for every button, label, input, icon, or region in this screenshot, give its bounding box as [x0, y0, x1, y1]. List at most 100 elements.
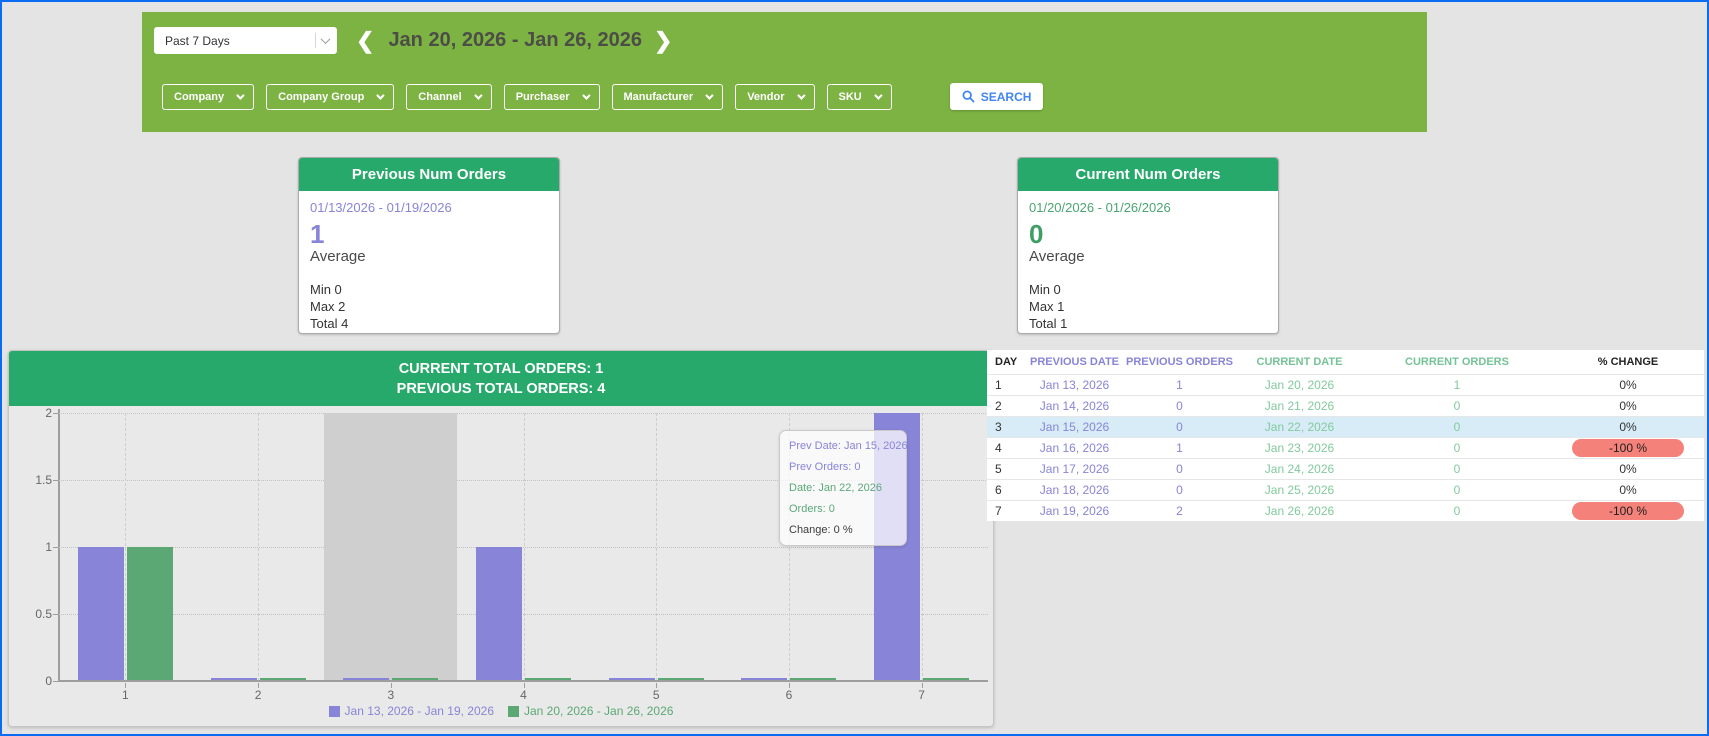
- cell-current-date: Jan 21, 2026: [1237, 395, 1362, 416]
- filter-company-group[interactable]: Company Group: [266, 84, 394, 110]
- x-axis-line: [58, 680, 988, 682]
- previous-orders-bar[interactable]: [476, 547, 522, 681]
- cell-day: 5: [987, 458, 1027, 479]
- previous-card-max: Max 2: [310, 298, 548, 315]
- cell-current-date: Jan 25, 2026: [1237, 479, 1362, 500]
- filter-channel-label: Channel: [418, 91, 461, 103]
- cell-percent-change: -100 %: [1552, 500, 1704, 521]
- dashboard-page: Past 7 Days ❮ Jan 20, 2026 - Jan 26, 202…: [0, 0, 1709, 736]
- col-header-change: % CHANGE: [1552, 350, 1704, 374]
- col-header-previous-date: PREVIOUS DATE: [1027, 350, 1122, 374]
- chart-header-previous-total: PREVIOUS TOTAL ORDERS: 4: [9, 381, 993, 397]
- chart-tooltip: Prev Date: Jan 15, 2026 Prev Orders: 0 Dat…: [779, 430, 907, 546]
- table-row[interactable]: 4Jan 16, 20261Jan 23, 20260-100 %: [987, 437, 1704, 458]
- date-range-select[interactable]: Past 7 Days: [154, 27, 337, 54]
- tooltip-line: Prev Orders: 0: [789, 461, 897, 473]
- cell-previous-date: Jan 16, 2026: [1027, 437, 1122, 458]
- col-header-current-date: CURRENT DATE: [1237, 350, 1362, 374]
- x-tick-label: 5: [636, 688, 676, 702]
- col-header-current-orders: CURRENT ORDERS: [1362, 350, 1552, 374]
- previous-card-average-value: 1: [310, 220, 548, 248]
- previous-period-button[interactable]: ❮: [356, 27, 374, 54]
- col-header-day: DAY: [987, 350, 1027, 374]
- x-tick-label: 2: [238, 688, 278, 702]
- chart-header: CURRENT TOTAL ORDERS: 1 PREVIOUS TOTAL O…: [9, 351, 993, 406]
- col-header-previous-orders: PREVIOUS ORDERS: [1122, 350, 1237, 374]
- tooltip-line: Orders: 0: [789, 503, 897, 515]
- current-orders-bar[interactable]: [127, 547, 173, 681]
- cell-current-date: Jan 20, 2026: [1237, 374, 1362, 395]
- tooltip-line: Change: 0 %: [789, 524, 897, 536]
- legend-swatch-icon: [508, 706, 519, 717]
- filter-sku-label: SKU: [839, 91, 862, 103]
- date-range-title: Jan 20, 2026 - Jan 26, 2026: [388, 29, 642, 52]
- table-row[interactable]: 7Jan 19, 20262Jan 26, 20260-100 %: [987, 500, 1704, 521]
- table-row[interactable]: 3Jan 15, 20260Jan 22, 202600%: [987, 416, 1704, 437]
- cell-previous-date: Jan 13, 2026: [1027, 374, 1122, 395]
- previous-card-total: Total 4: [310, 315, 548, 332]
- filter-purchaser-label: Purchaser: [516, 91, 570, 103]
- filter-company[interactable]: Company: [162, 84, 254, 110]
- vertical-gridline: [258, 413, 259, 681]
- table-row[interactable]: 6Jan 18, 20260Jan 25, 202600%: [987, 479, 1704, 500]
- table-header-row: DAYPREVIOUS DATEPREVIOUS ORDERSCURRENT D…: [987, 350, 1704, 374]
- legend-swatch-icon: [329, 706, 340, 717]
- cell-current-date: Jan 24, 2026: [1237, 458, 1362, 479]
- filter-manufacturer[interactable]: Manufacturer: [612, 84, 724, 110]
- table-row[interactable]: 5Jan 17, 20260Jan 24, 202600%: [987, 458, 1704, 479]
- cell-previous-orders: 0: [1122, 416, 1237, 437]
- current-card-average-value: 0: [1029, 220, 1267, 248]
- search-button[interactable]: SEARCH: [950, 83, 1044, 110]
- cell-current-orders: 0: [1362, 416, 1552, 437]
- table-row[interactable]: 1Jan 13, 20261Jan 20, 202610%: [987, 374, 1704, 395]
- y-axis-tick: [53, 413, 58, 414]
- previous-num-orders-card: Previous Num Orders 01/13/2026 - 01/19/2…: [298, 157, 560, 334]
- negative-change-badge: -100 %: [1572, 502, 1684, 520]
- vertical-gridline: [656, 413, 657, 681]
- current-card-average-label: Average: [1029, 248, 1267, 265]
- cell-day: 1: [987, 374, 1027, 395]
- current-card-min: Min 0: [1029, 281, 1267, 298]
- cell-previous-orders: 1: [1122, 374, 1237, 395]
- y-tick-label: 1: [9, 540, 52, 554]
- chevron-down-icon: [321, 34, 331, 44]
- cell-previous-date: Jan 15, 2026: [1027, 416, 1122, 437]
- x-tick-label: 4: [504, 688, 544, 702]
- chart-header-current-total: CURRENT TOTAL ORDERS: 1: [9, 361, 993, 377]
- chevron-down-icon: [582, 91, 590, 99]
- filter-purchaser[interactable]: Purchaser: [504, 84, 600, 110]
- filter-channel[interactable]: Channel: [406, 84, 491, 110]
- previous-card-title: Previous Num Orders: [299, 158, 559, 191]
- cell-current-orders: 0: [1362, 395, 1552, 416]
- cell-day: 3: [987, 416, 1027, 437]
- tooltip-line: Date: Jan 22, 2026: [789, 482, 897, 494]
- table-row[interactable]: 2Jan 14, 20260Jan 21, 202600%: [987, 395, 1704, 416]
- current-card-title: Current Num Orders: [1018, 158, 1278, 191]
- cell-previous-orders: 1: [1122, 437, 1237, 458]
- orders-comparison-chart-panel: CURRENT TOTAL ORDERS: 1 PREVIOUS TOTAL O…: [8, 350, 994, 727]
- x-tick-label: 6: [769, 688, 809, 702]
- cell-previous-orders: 2: [1122, 500, 1237, 521]
- next-period-button[interactable]: ❯: [654, 27, 672, 54]
- chevron-down-icon: [474, 91, 482, 99]
- previous-orders-bar[interactable]: [78, 547, 124, 681]
- vertical-gridline: [524, 413, 525, 681]
- chevron-down-icon: [874, 91, 882, 99]
- cell-previous-orders: 0: [1122, 458, 1237, 479]
- y-tick-label: 0: [9, 674, 52, 688]
- chevron-down-icon: [797, 91, 805, 99]
- previous-card-min: Min 0: [310, 281, 548, 298]
- cell-percent-change: 0%: [1552, 416, 1704, 437]
- x-tick-label: 3: [371, 688, 411, 702]
- filter-sku[interactable]: SKU: [827, 84, 892, 110]
- y-tick-label: 2: [9, 406, 52, 420]
- filter-buttons-row: Company Company Group Channel Purchaser Manu…: [162, 83, 1043, 110]
- y-axis-tick: [53, 547, 58, 548]
- cell-day: 7: [987, 500, 1027, 521]
- cell-day: 6: [987, 479, 1027, 500]
- cell-current-orders: 1: [1362, 374, 1552, 395]
- tooltip-line: Prev Date: Jan 15, 2026: [789, 440, 897, 452]
- negative-change-badge: -100 %: [1572, 439, 1684, 457]
- x-tick-label: 1: [105, 688, 145, 702]
- filter-vendor[interactable]: Vendor: [735, 84, 814, 110]
